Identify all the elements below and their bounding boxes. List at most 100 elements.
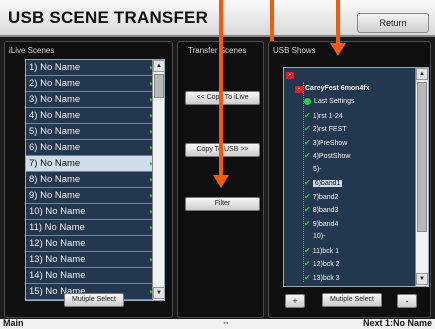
annotation-arrow-head-icon [213,175,229,188]
usb-multiple-select-button[interactable]: Mutiple Select [322,293,382,307]
ilive-scenes-list[interactable]: 1) No Name✔2) No Name✔3) No Name✔4) No N… [25,59,165,301]
scroll-thumb[interactable] [154,74,164,98]
add-button[interactable]: + [285,294,305,308]
ilive-scenes-panel: iLive Scenes 1) No Name✔2) No Name✔3) No… [4,41,173,318]
ilive-scrollbar[interactable]: ▲ ▼ [152,60,164,300]
usb-tree-item[interactable]: ✔ 1)rst 1-24 [284,109,424,122]
usb-tree-label: 9)band4 [312,220,339,228]
usb-shows-panel: USB Shows ▪ ▪ CareyFest 6mon4fx Last Settin… [268,41,431,318]
usb-tree-item[interactable]: 5)- [284,163,424,176]
scene-label: 13) No Name [29,254,86,265]
scene-label: 11) No Name [29,222,85,233]
scene-label: 7) No Name [29,158,81,169]
usb-tree-item[interactable]: ✔ 3)PreShow [284,136,424,149]
check-icon: ✔ [304,110,311,120]
scene-label: 1) No Name [29,62,81,73]
filter-button[interactable]: Filter [185,197,260,211]
scene-label: 3) No Name [29,94,81,105]
usb-tree-item[interactable]: ✔ 4)PostShow [284,149,424,162]
usb-tree-item[interactable]: Last Settings [284,95,424,108]
ilive-scene-row[interactable]: 7) No Name✔ [26,156,161,172]
usb-tree-item[interactable]: ✔ 8)band3 [284,203,424,216]
usb-tree-label: 13)bck 3 [312,274,340,282]
check-icon: ✔ [304,137,311,147]
usb-tree-item[interactable]: ✔ 6)band1 [284,176,424,189]
usb-tree-item[interactable]: ✔ 12)bck 2 [284,257,424,270]
usb-tree-item[interactable]: ▪ CareyFest 6mon4fx [284,82,424,95]
scene-label: 14) No Name [29,270,86,281]
annotation-arrow-line [219,0,223,178]
check-icon: ✔ [304,218,311,228]
last-settings-icon [304,97,311,105]
check-icon: ✔ [304,259,311,268]
usb-tree-label: 8)band3 [312,207,339,214]
ilive-scene-row[interactable]: 14) No Name [26,268,161,284]
check-icon: ✔ [304,245,311,255]
scene-label: 4) No Name [29,110,81,121]
usb-tree-item[interactable]: ✔ 2)rst FEST [284,122,424,135]
scene-label: 10) No Name [29,206,86,217]
transfer-scenes-title: Transfer Scenes [188,46,247,55]
annotation-arrow-line [336,0,340,43]
ilive-scene-row[interactable]: 11) No Name✔ [26,220,161,236]
usb-tree-label: 5)- [313,165,322,173]
ilive-scene-row[interactable]: 3) No Name✔ [26,92,161,108]
annotation-arrow-line [270,0,274,41]
usb-shows-title: USB Shows [273,46,316,55]
usb-tree-label: 10)- [313,233,326,240]
check-icon: ✔ [304,151,311,160]
scroll-up-icon[interactable]: ▲ [416,68,428,80]
return-button[interactable]: Return [357,13,429,33]
usb-tree-item[interactable]: ▪ [284,68,424,81]
ilive-scene-row[interactable]: 10) No Name✔ [26,204,161,220]
usb-tree-label: Last Settings [314,98,355,105]
ilive-multiple-select-button[interactable]: Mutiple Select [64,293,124,307]
remove-button[interactable]: - [397,294,417,308]
annotation-arrow-head-icon [330,43,346,56]
usb-tree-label: 12)bck 2 [312,261,340,268]
scroll-down-icon[interactable]: ▼ [416,273,428,285]
footer-main-label: Main [3,318,24,328]
usb-tree-item[interactable]: ✔ 9)band4 [284,217,424,230]
check-icon: ✔ [304,272,311,282]
ilive-scene-row[interactable]: 4) No Name✔ [26,108,161,124]
check-icon: ✔ [304,124,311,133]
usb-tree-label: 2)rst FEST [312,126,347,133]
ilive-scene-row[interactable]: 1) No Name✔ [26,60,161,76]
ilive-scene-row[interactable]: 5) No Name✔ [26,124,161,140]
ilive-scene-row[interactable]: 9) No Name✔ [26,188,161,204]
footer-next-label: Next 1:No Name [362,318,432,328]
usb-tree-label: 7)band2 [312,193,339,201]
ilive-scene-row[interactable]: 6) No Name✔ [26,140,161,156]
scroll-up-icon[interactable]: ▲ [153,60,164,72]
scene-label: 12) No Name [29,238,86,249]
ilive-scene-row[interactable]: 2) No Name✔ [26,76,161,92]
usb-tree-item[interactable]: 10)- [284,230,424,243]
usb-scene-transfer-screen: USB SCENE TRANSFER Return iLive Scenes 1… [0,0,435,329]
scene-label: 6) No Name [29,142,81,153]
ilive-scene-row[interactable]: 12) No Name [26,236,161,252]
scene-label: 2) No Name [29,78,81,89]
scene-label: 9) No Name [29,190,81,201]
ilive-scene-row[interactable]: 13) No Name✔ [26,252,161,268]
usb-tree-label: 3)PreShow [312,139,348,147]
usb-tree-item[interactable]: ✔ 13)bck 3 [284,271,424,284]
link-icon: ⇔ [222,318,230,327]
usb-scrollbar[interactable]: ▲ ▼ [415,68,428,286]
scroll-thumb[interactable] [417,82,427,232]
ilive-scene-row[interactable]: 8) No Name✔ [26,172,161,188]
usb-tree-label: 6)band1 [312,180,343,187]
usb-tree-label: CareyFest 6mon4fx [305,84,370,92]
status-footer: Main ⇔ Next 1:No Name [0,318,435,329]
header-bar: USB SCENE TRANSFER Return [0,0,435,37]
usb-tree-item[interactable]: ✔ 11)bck 1 [284,244,424,257]
usb-tree-label: 11)bck 1 [312,247,340,255]
usb-tree-label: 4)PostShow [312,153,351,160]
show-folder-icon: ▪ [295,85,303,93]
check-icon: ✔ [304,205,311,214]
usb-tree-item[interactable]: ✔ 7)band2 [284,190,424,203]
check-icon: ✔ [304,178,311,187]
usb-drive-icon: ▪ [286,72,294,79]
scroll-down-icon[interactable]: ▼ [153,287,164,299]
usb-shows-tree[interactable]: ▪ ▪ CareyFest 6mon4fx Last Settings ✔ 1)rst 1… [283,67,429,287]
